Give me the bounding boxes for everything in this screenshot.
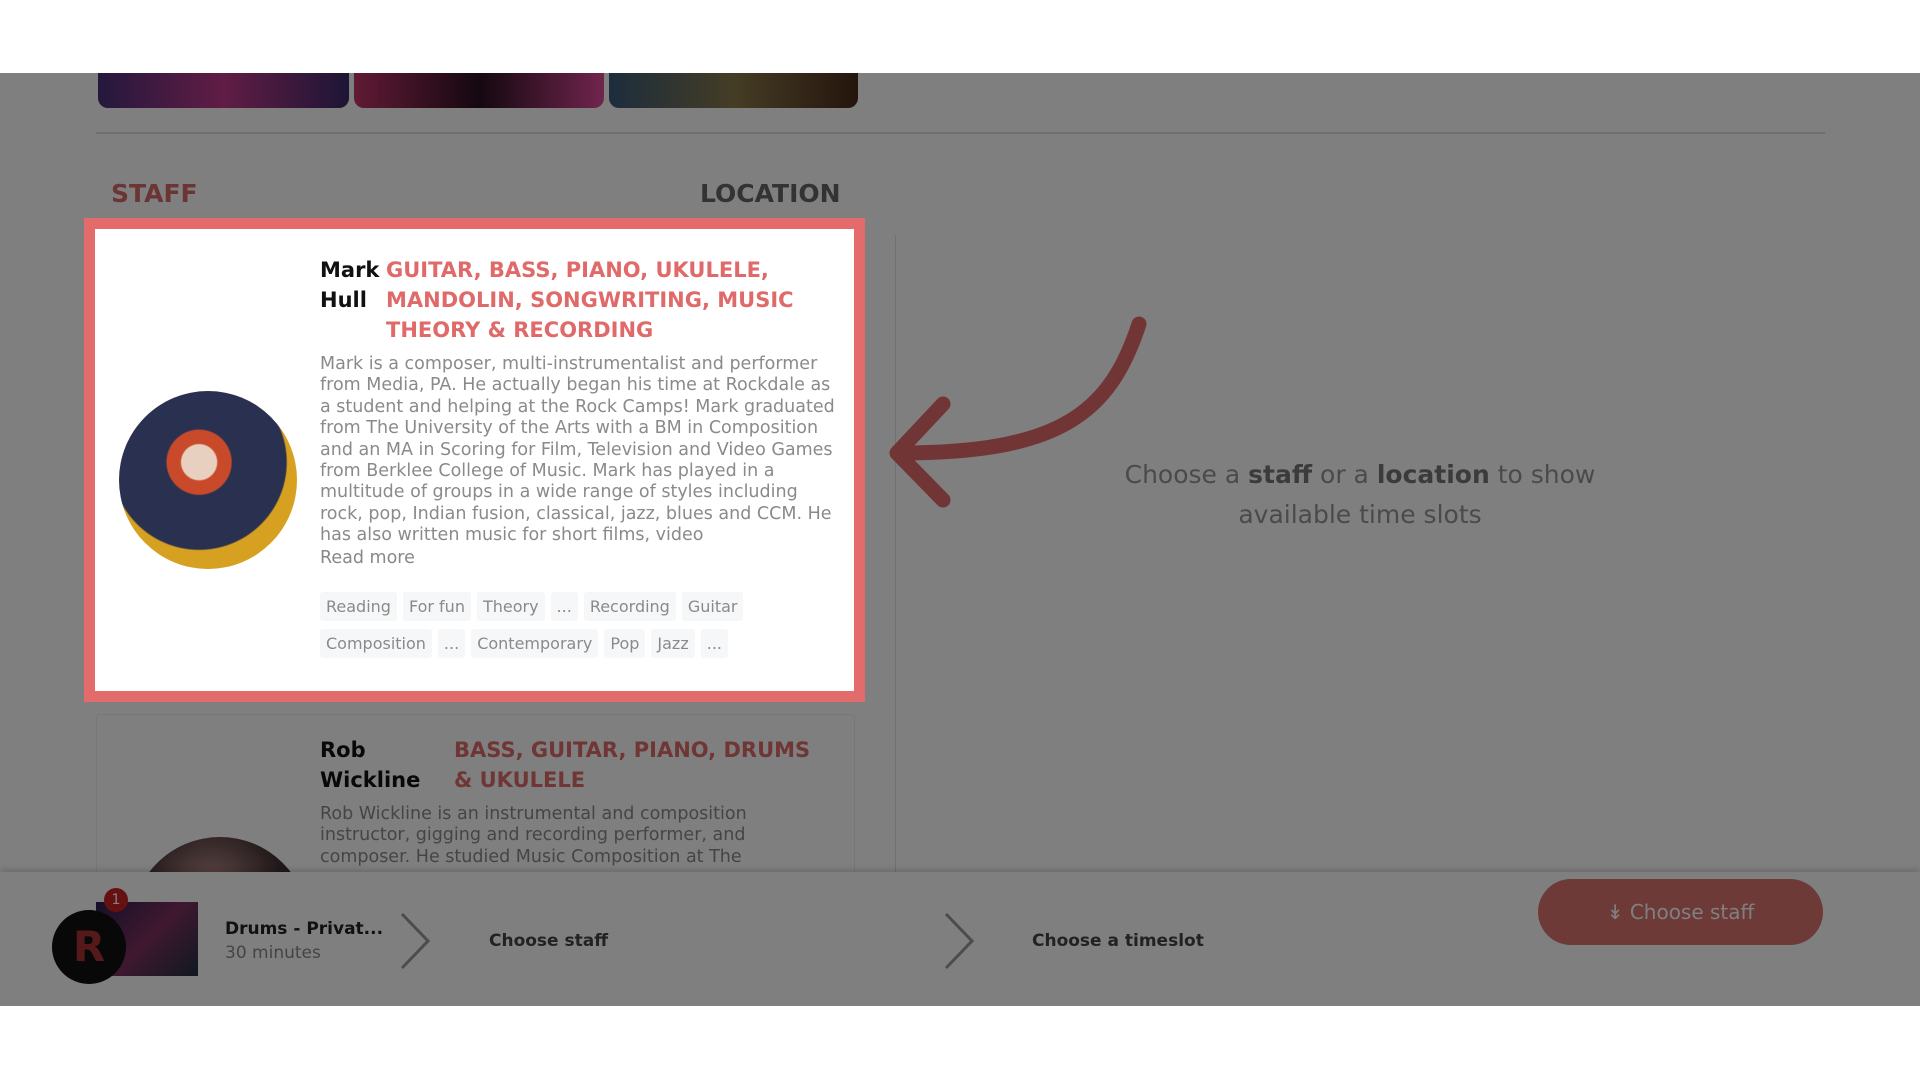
tag: Contemporary bbox=[471, 629, 599, 658]
tag: ... bbox=[700, 629, 728, 658]
staff-bio: Mark is a composer, multi-instrumentalis… bbox=[320, 354, 835, 546]
tag: Pop bbox=[604, 629, 646, 658]
staff-last-name: Hull bbox=[320, 288, 367, 312]
tag: Jazz bbox=[651, 629, 695, 658]
tag: Recording bbox=[583, 592, 676, 621]
tag: ... bbox=[550, 592, 578, 621]
top-bar bbox=[0, 0, 1920, 73]
tag: Reading bbox=[320, 592, 397, 621]
staff-avatar bbox=[119, 391, 297, 569]
tag: Composition bbox=[320, 629, 432, 658]
tag: Theory bbox=[476, 592, 545, 621]
staff-tags: Reading For fun Theory... Recording Guitar Co… bbox=[320, 592, 800, 666]
staff-instruments: Guitar, Bass, Piano, Ukulele, Mandolin, … bbox=[386, 258, 794, 342]
tag: For fun bbox=[402, 592, 471, 621]
bottom-blank bbox=[0, 1006, 1920, 1080]
read-more-link[interactable]: Read more bbox=[320, 548, 415, 569]
tag: Guitar bbox=[681, 592, 744, 621]
tag: ... bbox=[437, 629, 466, 658]
staff-card-mark-hull[interactable]: Mark Hull Guitar, Bass, Piano, Ukulele, M… bbox=[84, 218, 865, 702]
staff-first-name: Mark bbox=[320, 258, 380, 282]
